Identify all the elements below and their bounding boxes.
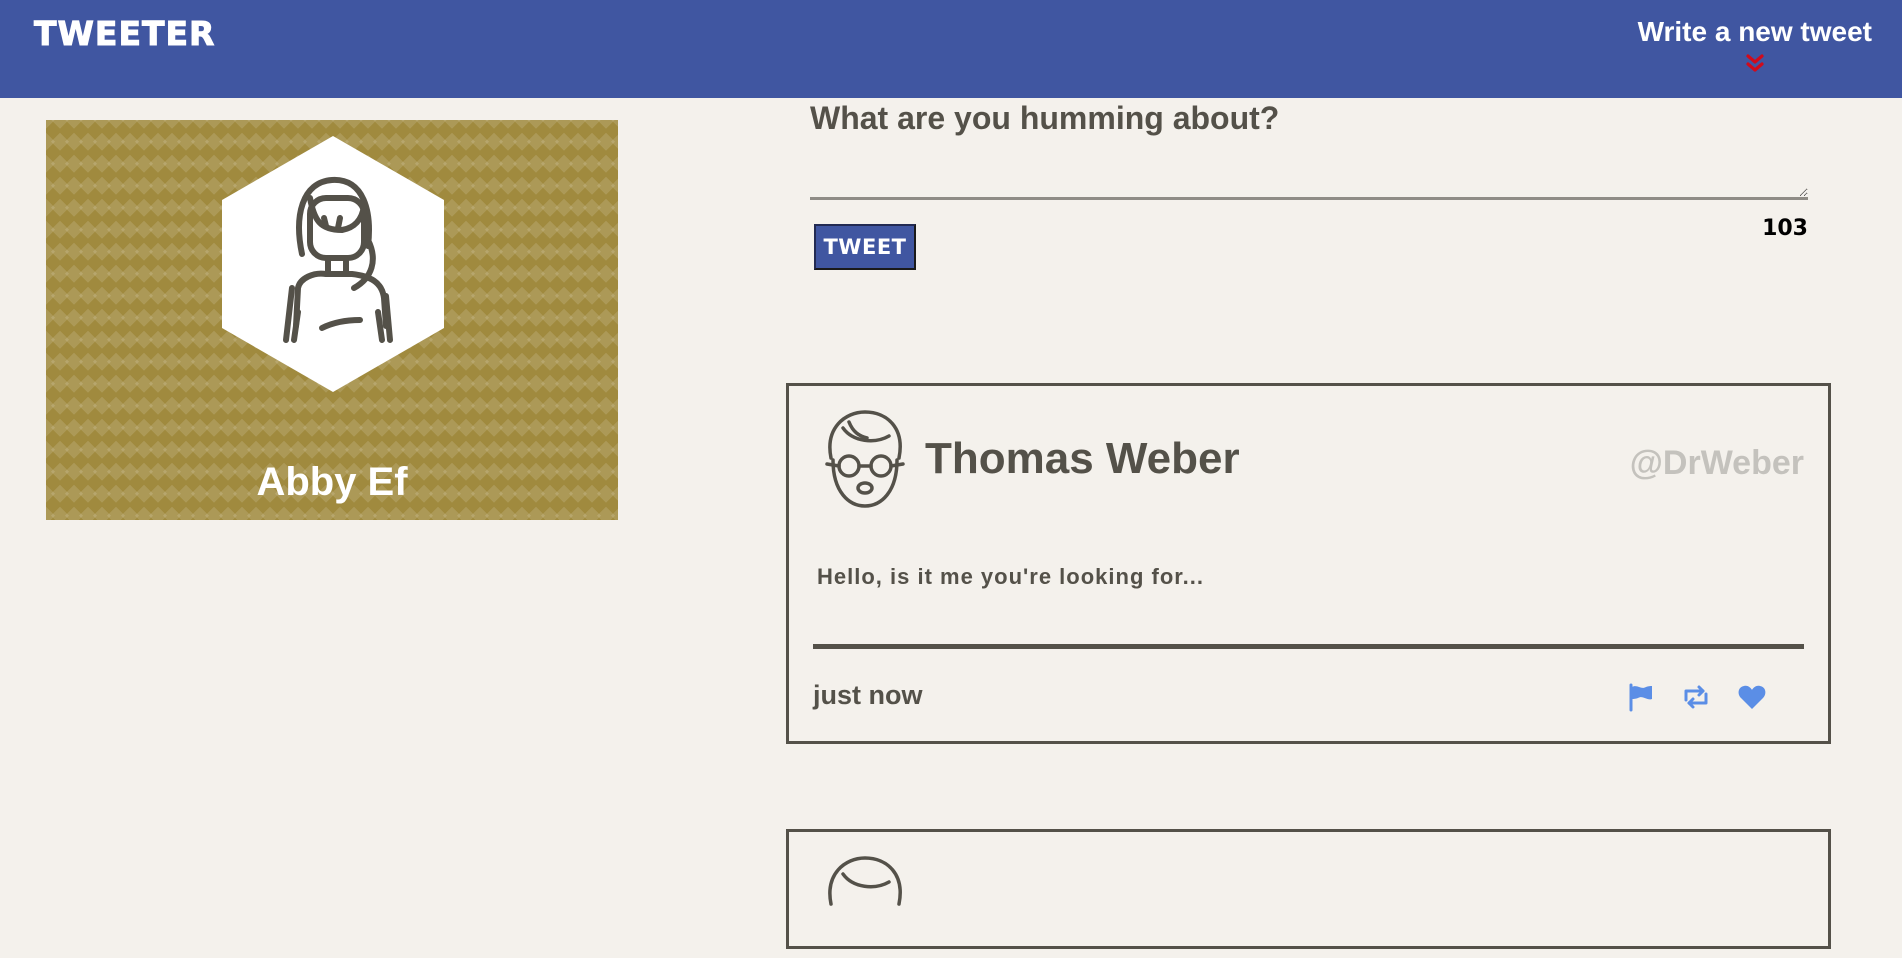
write-new-tweet-toggle[interactable]: Write a new tweet (1638, 16, 1872, 76)
compose-title: What are you humming about? (810, 100, 1280, 136)
write-new-tweet-label[interactable]: Write a new tweet (1638, 16, 1872, 48)
top-nav: TWEETER Write a new tweet (0, 0, 1902, 98)
man-with-glasses-avatar-icon (825, 410, 905, 508)
tweet-time: just now (813, 680, 923, 710)
profile-name: Abby Ef (256, 460, 408, 504)
brand-logo[interactable]: TWEETER (33, 14, 215, 54)
tweet-button[interactable]: TWEET (814, 224, 916, 270)
tweet-author: Thomas Weber (925, 434, 1240, 483)
profile-card: Abby Ef (46, 120, 618, 520)
double-chevron-down-icon[interactable] (1743, 52, 1767, 76)
tweet-body: Hello, is it me you're looking for... (817, 564, 1204, 589)
flag-icon[interactable] (1625, 682, 1655, 712)
tweet-handle: @DrWeber (1629, 444, 1804, 482)
tweet-card: Thomas Weber @DrWeber Hello, is it me yo… (786, 383, 1831, 744)
tweet-textarea[interactable] (810, 150, 1808, 200)
tweet-card (786, 829, 1831, 949)
tweet-divider (813, 644, 1804, 649)
tweet-actions (1625, 682, 1767, 712)
man-avatar-icon (828, 856, 902, 906)
char-counter: 103 (1762, 216, 1808, 241)
retweet-icon[interactable] (1681, 682, 1711, 712)
heart-icon[interactable] (1737, 682, 1767, 712)
woman-avatar-icon (222, 136, 444, 392)
